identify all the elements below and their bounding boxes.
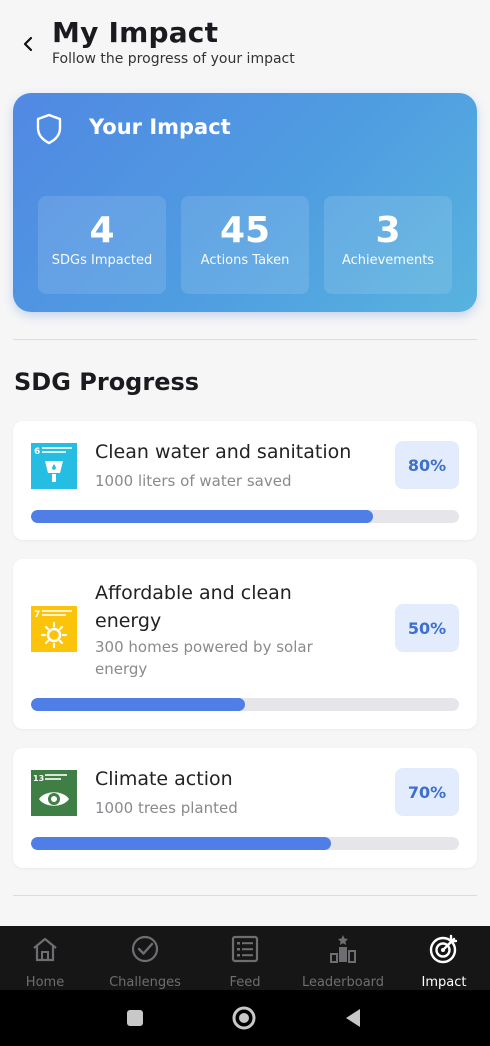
list-icon	[231, 935, 259, 963]
podium-icon	[330, 935, 356, 963]
progress-percent-badge: 50%	[395, 604, 459, 652]
stat-label: Achievements	[341, 253, 435, 268]
nav-label: Leaderboard	[301, 975, 385, 990]
stat-label: Actions Taken	[200, 253, 290, 268]
sdg-card-climate-action[interactable]: 13 Climate action 1000 trees planted 70%	[13, 748, 477, 868]
svg-text:13: 13	[33, 774, 44, 783]
nav-challenges[interactable]: Challenges	[96, 926, 194, 990]
page-subtitle: Follow the progress of your impact	[52, 51, 295, 67]
sun-energy-icon: 7	[31, 606, 77, 652]
stat-label: SDGs Impacted	[51, 253, 153, 268]
stat-value: 45	[219, 210, 271, 251]
circle-icon	[232, 1006, 256, 1030]
nav-leaderboard[interactable]: Leaderboard	[294, 926, 392, 990]
sdg-card-clean-energy[interactable]: 7 Affordable and clean energy 300 homes …	[13, 559, 477, 729]
divider	[13, 895, 477, 896]
progress-track	[31, 510, 459, 523]
stat-sdgs-impacted: 4 SDGs Impacted	[38, 196, 166, 294]
nav-label: Challenges	[109, 975, 181, 990]
earth-eye-icon: 13	[31, 770, 77, 816]
your-impact-card: Your Impact 4 SDGs Impacted 45 Actions T…	[13, 93, 477, 312]
triangle-back-icon	[346, 1009, 360, 1027]
progress-fill	[31, 837, 331, 850]
sdg-name: Climate action	[95, 768, 233, 790]
svg-text:6: 6	[34, 447, 40, 457]
back-button[interactable]	[14, 30, 42, 58]
target-icon	[429, 934, 458, 964]
sdg-name: Clean water and sanitation	[95, 441, 352, 463]
sdg-name: Affordable and clean energy	[95, 582, 292, 632]
square-icon	[127, 1010, 143, 1026]
section-title: SDG Progress	[14, 368, 200, 396]
impact-card-title: Your Impact	[89, 115, 231, 139]
sdg-description: 1000 liters of water saved	[95, 472, 292, 490]
page-header: My Impact Follow the progress of your im…	[0, 0, 490, 80]
nav-impact[interactable]: Impact	[395, 926, 490, 990]
back-system-button[interactable]	[339, 1004, 367, 1032]
stat-value: 4	[89, 210, 115, 251]
progress-track	[31, 837, 459, 850]
home-system-button[interactable]	[230, 1004, 258, 1032]
nav-label: Feed	[229, 975, 261, 990]
bottom-nav: Home Challenges Feed Leaderboard Impact	[0, 926, 490, 990]
home-icon	[33, 937, 57, 962]
page-title: My Impact	[52, 16, 219, 49]
recents-button[interactable]	[121, 1004, 149, 1032]
shield-icon	[36, 113, 62, 145]
progress-percent-badge: 80%	[395, 441, 459, 489]
water-tap-icon: 6	[31, 443, 77, 489]
stat-actions-taken: 45 Actions Taken	[181, 196, 309, 294]
sdg-card-clean-water[interactable]: 6 Clean water and sanitation 1000 liters…	[13, 421, 477, 540]
sdg-description: 1000 trees planted	[95, 799, 238, 817]
nav-label: Home	[25, 975, 65, 990]
progress-fill	[31, 698, 245, 711]
progress-percent-badge: 70%	[395, 768, 459, 816]
nav-label: Impact	[421, 975, 467, 990]
system-nav-bar	[0, 990, 490, 1046]
sdg-description: 300 homes powered by solar energy	[95, 638, 313, 678]
nav-home[interactable]: Home	[0, 926, 94, 990]
nav-feed[interactable]: Feed	[196, 926, 294, 990]
divider	[13, 339, 477, 340]
svg-text:7: 7	[34, 610, 40, 620]
stat-value: 3	[375, 210, 401, 251]
progress-fill	[31, 510, 374, 523]
stat-achievements: 3 Achievements	[324, 196, 452, 294]
chevron-left-icon	[23, 36, 33, 52]
check-circle-icon	[131, 935, 159, 963]
progress-track	[31, 698, 459, 711]
